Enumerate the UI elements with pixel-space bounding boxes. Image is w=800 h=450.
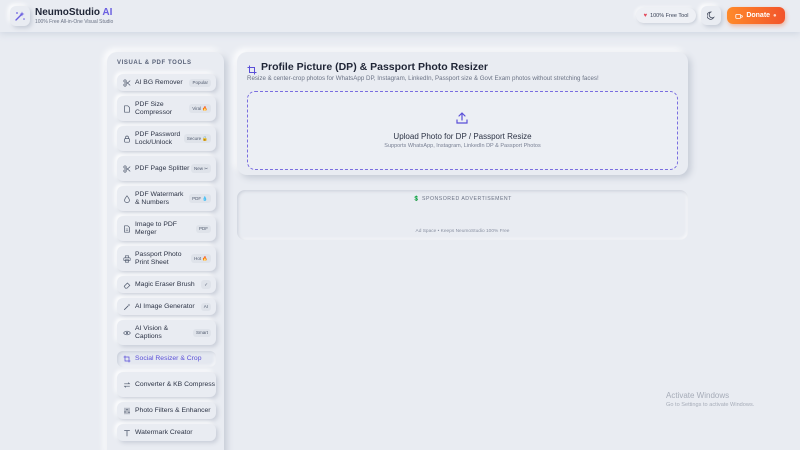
app-title: NeumoStudio AI (35, 7, 112, 18)
wand-icon (122, 302, 131, 311)
sidebar-item-label: Converter & KB Compress (135, 380, 216, 388)
upload-dropzone[interactable] (247, 91, 678, 170)
file-icon (122, 104, 131, 113)
sidebar-item-label: PDF Size Compressor (135, 100, 173, 116)
moon-icon (706, 11, 715, 20)
scissors-icon (122, 78, 131, 87)
droplet-icon (122, 194, 131, 203)
sidebar-item-badge: Secure 🔒 (183, 134, 211, 143)
free-tool-badge: ♥ 100% Free Tool (636, 8, 696, 23)
convert-icon (122, 380, 131, 389)
sidebar-item-pdf-page-splitter[interactable]: PDF Page Splitter New ✂ (117, 156, 216, 181)
sidebar-item-badge: New ✂ (190, 164, 211, 173)
sidebar-item-photo-filters[interactable]: Photo Filters & Enhancer (117, 402, 216, 419)
ad-footer: Ad Space • Keeps NeumoStudio 100% Free (415, 229, 510, 234)
sidebar-item-badge: AI (200, 302, 211, 311)
donate-button[interactable]: Donate ● (727, 7, 785, 24)
printer-icon (122, 254, 131, 263)
app-name: NeumoStudio (35, 7, 100, 18)
sidebar-item-ai-vision[interactable]: AI Vision & Captions Smart (117, 320, 216, 345)
sidebar-item-label: Social Resizer & Crop (135, 355, 202, 362)
sidebar-item-pdf-password[interactable]: PDF Password Lock/Unlock Secure 🔒 (117, 126, 216, 151)
sidebar-item-label: PDF Page Splitter (135, 164, 190, 172)
sidebar-item-label: AI BG Remover (135, 78, 183, 86)
sidebar-item-label: Image to PDF Merger (135, 220, 177, 236)
crop-icon (122, 355, 131, 364)
sidebar-item-badge: ✓ (201, 280, 211, 289)
sidebar-item-ai-image-generator[interactable]: AI Image Generator AI (117, 298, 216, 315)
sidebar-item-badge: Hot 🔥 (191, 254, 211, 263)
sidebar-item-label: AI Image Generator (135, 302, 195, 310)
sidebar-item-image-to-pdf[interactable]: Image to PDF Merger PDF (117, 216, 216, 241)
activate-windows-title: Activate Windows (666, 391, 730, 400)
lock-icon (122, 134, 131, 143)
sidebar-item-pdf-size-compressor[interactable]: PDF Size Compressor Viral 🔥 (117, 96, 216, 121)
theme-toggle-button[interactable] (701, 6, 721, 25)
ad-title: 💲 SPONSORED ADVERTISEMENT (413, 196, 512, 202)
page-title: Profile Picture (DP) & Passport Photo Re… (261, 61, 488, 73)
sidebar-item-pdf-watermark[interactable]: PDF Watermark & Numbers PDF 💧 (117, 186, 216, 211)
document-icon (122, 224, 131, 233)
text-icon (122, 428, 131, 437)
coffee-icon (735, 13, 744, 19)
app-tagline: 100% Free All-in-One Visual Studio (35, 19, 114, 25)
sidebar-item-social-resizer[interactable]: Social Resizer & Crop (117, 351, 216, 367)
sidebar-item-magic-eraser[interactable]: Magic Eraser Brush ✓ (117, 276, 216, 293)
upload-title[interactable]: Upload Photo for DP / Passport Resize (247, 132, 678, 141)
sidebar-item-label: PDF Password Lock/Unlock (135, 130, 181, 146)
sidebar-item-passport-print-sheet[interactable]: Passport Photo Print Sheet Hot 🔥 (117, 246, 216, 271)
sidebar-item-converter[interactable]: Converter & KB Compress (117, 372, 216, 397)
sidebar-item-label: Watermark Creator (135, 428, 193, 436)
split-icon (122, 164, 131, 173)
sidebar-item-label: AI Vision & Captions (135, 324, 169, 340)
free-tool-label: 100% Free Tool (650, 12, 689, 19)
brand-logo-icon[interactable] (10, 6, 30, 26)
app-name-accent: AI (102, 7, 113, 18)
sidebar-item-watermark-creator[interactable]: Watermark Creator (117, 424, 216, 441)
sidebar-item-label: PDF Watermark & Numbers (135, 190, 184, 206)
donate-heart-icon: ● (773, 12, 777, 19)
top-header: NeumoStudio AI 100% Free All-in-One Visu… (0, 0, 800, 32)
sidebar-item-ai-bg-remover[interactable]: AI BG Remover Popular (117, 74, 216, 91)
sidebar-item-label: Magic Eraser Brush (135, 280, 195, 288)
upload-icon[interactable] (455, 111, 469, 125)
activate-windows-subtitle: Go to Settings to activate Windows. (666, 402, 755, 408)
sidebar-item-badge: Popular (189, 78, 211, 87)
donate-label: Donate (746, 12, 771, 19)
upload-subtitle: Supports WhatsApp, Instagram, LinkedIn D… (384, 143, 541, 149)
sidebar-title: VISUAL & PDF TOOLS (117, 60, 192, 66)
sidebar-item-badge: Viral 🔥 (189, 104, 211, 113)
eye-icon (122, 328, 131, 337)
sidebar-item-label: Passport Photo Print Sheet (135, 250, 182, 266)
eraser-icon (122, 280, 131, 289)
sidebar-item-badge: PDF 💧 (189, 194, 211, 203)
sidebar-item-label: Photo Filters & Enhancer (135, 406, 211, 414)
sidebar-item-badge: Smart (192, 328, 211, 337)
heart-icon: ♥ (643, 12, 648, 19)
crop-icon (247, 62, 257, 75)
sliders-icon (122, 406, 131, 415)
page-description: Resize & center-crop photos for WhatsApp… (247, 75, 599, 82)
sidebar-item-badge: PDF (196, 224, 211, 233)
